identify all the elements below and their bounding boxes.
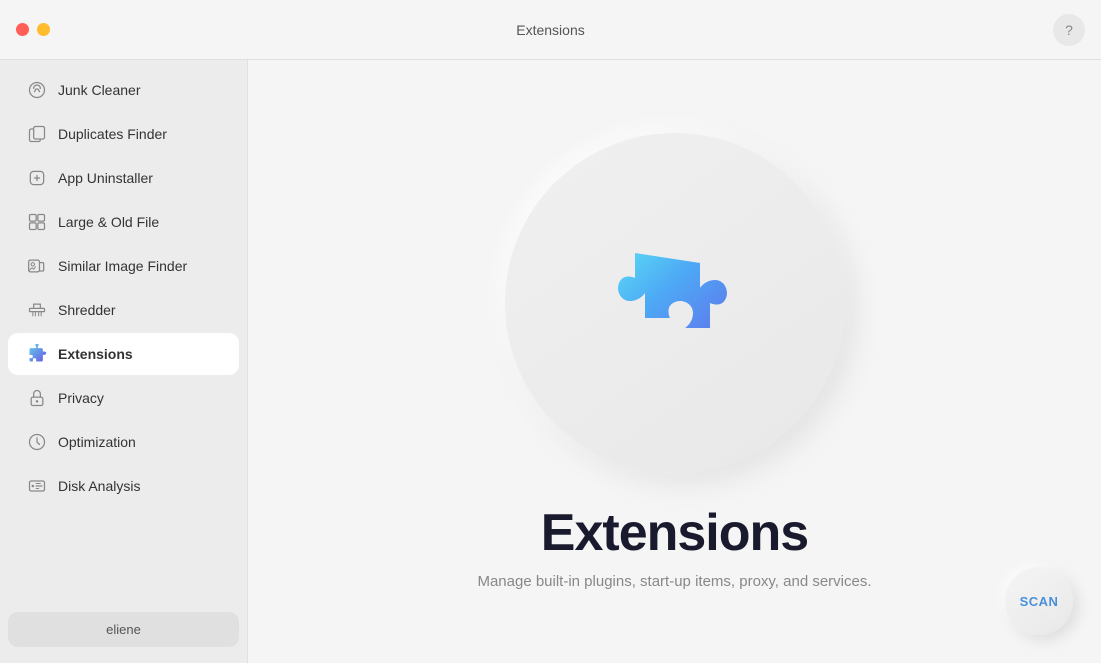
similar-image-finder-icon [26, 255, 48, 277]
sidebar-label-junk-cleaner: Junk Cleaner [58, 82, 141, 98]
scan-button[interactable]: SCAN [1005, 567, 1073, 635]
sidebar-label-duplicates-finder: Duplicates Finder [58, 126, 167, 142]
sidebar: Junk Cleaner Duplicates Finder App Unins… [0, 60, 248, 663]
traffic-lights [16, 23, 50, 36]
sidebar-item-large-old-file[interactable]: Large & Old File [8, 201, 239, 243]
page-title: Extensions [516, 22, 584, 38]
main-layout: Junk Cleaner Duplicates Finder App Unins… [0, 60, 1101, 663]
disk-analysis-icon [26, 475, 48, 497]
sidebar-spacer [0, 508, 247, 604]
sidebar-label-privacy: Privacy [58, 390, 104, 406]
sidebar-item-shredder[interactable]: Shredder [8, 289, 239, 331]
hero-title: Extensions [541, 503, 808, 563]
sidebar-item-similar-image-finder[interactable]: Similar Image Finder [8, 245, 239, 287]
privacy-icon [26, 387, 48, 409]
sidebar-item-duplicates-finder[interactable]: Duplicates Finder [8, 113, 239, 155]
sidebar-item-optimization[interactable]: Optimization [8, 421, 239, 463]
shredder-icon [26, 299, 48, 321]
user-profile[interactable]: eliene [8, 612, 239, 647]
help-button[interactable]: ? [1053, 14, 1085, 46]
extensions-icon [26, 343, 48, 365]
optimization-icon [26, 431, 48, 453]
sidebar-item-disk-analysis[interactable]: Disk Analysis [8, 465, 239, 507]
sidebar-item-app-uninstaller[interactable]: App Uninstaller [8, 157, 239, 199]
duplicates-finder-icon [26, 123, 48, 145]
sidebar-item-privacy[interactable]: Privacy [8, 377, 239, 419]
sidebar-label-optimization: Optimization [58, 434, 136, 450]
puzzle-icon [575, 203, 775, 403]
hero-subtitle: Manage built-in plugins, start-up items,… [477, 573, 871, 590]
sidebar-label-large-old-file: Large & Old File [58, 214, 159, 230]
sidebar-item-extensions[interactable]: Extensions [8, 333, 239, 375]
large-old-file-icon [26, 211, 48, 233]
sidebar-label-similar-image-finder: Similar Image Finder [58, 258, 187, 274]
sidebar-item-junk-cleaner[interactable]: Junk Cleaner [8, 69, 239, 111]
app-uninstaller-icon [26, 167, 48, 189]
content-area: Extensions Manage built-in plugins, star… [248, 60, 1101, 663]
minimize-button[interactable] [37, 23, 50, 36]
sidebar-label-shredder: Shredder [58, 302, 116, 318]
close-button[interactable] [16, 23, 29, 36]
junk-cleaner-icon [26, 79, 48, 101]
title-bar: Extensions ? [0, 0, 1101, 60]
sidebar-label-disk-analysis: Disk Analysis [58, 478, 140, 494]
sidebar-label-app-uninstaller: App Uninstaller [58, 170, 153, 186]
hero-circle [505, 133, 845, 473]
sidebar-label-extensions: Extensions [58, 346, 133, 362]
